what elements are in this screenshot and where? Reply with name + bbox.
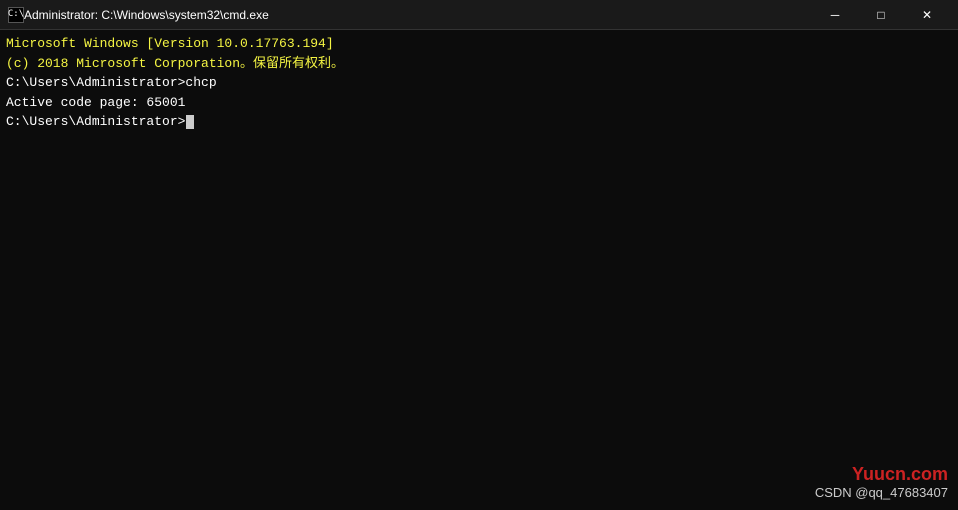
cmd-output-line4: C:\Users\Administrator>chcp [6, 73, 952, 93]
title-bar: C:\ Administrator: C:\Windows\system32\c… [0, 0, 958, 30]
cmd-output-line2: (c) 2018 Microsoft Corporation。保留所有权利。 [6, 54, 952, 74]
watermark-csdn: CSDN @qq_47683407 [815, 485, 948, 500]
maximize-button[interactable]: □ [858, 0, 904, 30]
cmd-area[interactable]: Microsoft Windows [Version 10.0.17763.19… [0, 30, 958, 510]
watermark-yuucn: Yuucn.com [815, 464, 948, 485]
window-controls: ─ □ ✕ [812, 0, 950, 30]
cursor [186, 115, 194, 129]
close-button[interactable]: ✕ [904, 0, 950, 30]
window-title: Administrator: C:\Windows\system32\cmd.e… [24, 8, 812, 22]
cmd-prompt: C:\Users\Administrator> [6, 112, 185, 132]
app-icon: C:\ [8, 7, 24, 23]
minimize-button[interactable]: ─ [812, 0, 858, 30]
cmd-output-line5: Active code page: 65001 [6, 93, 952, 113]
watermark: Yuucn.com CSDN @qq_47683407 [815, 464, 948, 500]
cmd-output-line1: Microsoft Windows [Version 10.0.17763.19… [6, 34, 952, 54]
cmd-prompt-line: C:\Users\Administrator> [6, 112, 952, 132]
